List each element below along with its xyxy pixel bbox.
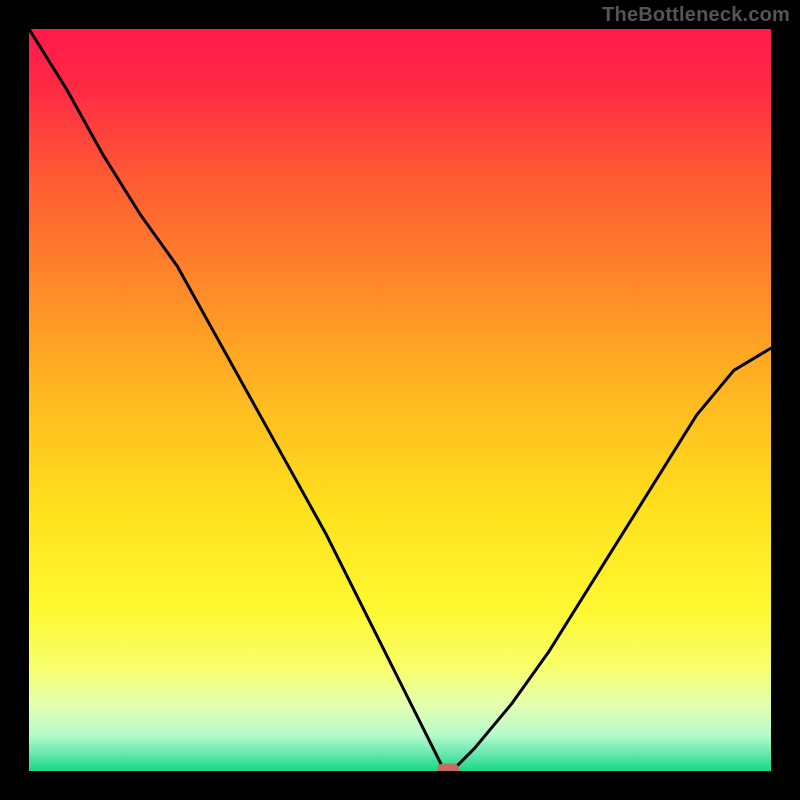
chart-frame: TheBottleneck.com	[0, 0, 800, 800]
gradient-background	[29, 29, 771, 771]
optimum-marker	[437, 764, 459, 772]
watermark-label: TheBottleneck.com	[602, 4, 790, 27]
plot-area	[29, 29, 771, 771]
bottleneck-chart	[29, 29, 771, 771]
